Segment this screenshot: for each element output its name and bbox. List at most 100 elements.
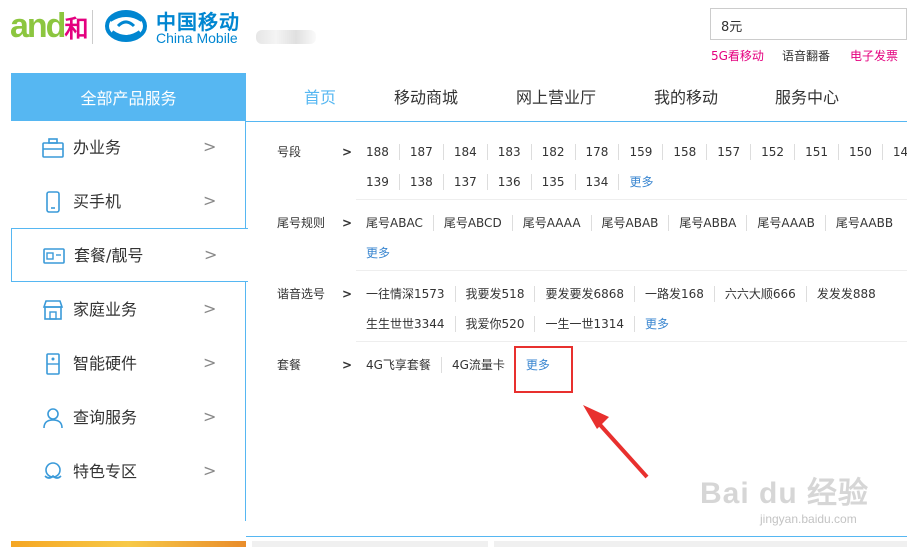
sidebar-item-label: 智能硬件 — [73, 354, 138, 373]
chevron-right-icon: > — [203, 461, 217, 480]
china-mobile-logo-icon[interactable] — [104, 6, 148, 46]
logo-divider — [92, 10, 93, 44]
quick-link-voice[interactable]: 语音翻番 — [782, 48, 830, 64]
store-icon — [42, 300, 64, 320]
number-segment-list-2: 139 138 137 136 135 134 更多 — [356, 174, 663, 190]
quick-link-5g[interactable]: 5G看移动 — [711, 48, 764, 64]
sidebar: 办业务 > 买手机 > 套餐/靓号 > 家庭业务 > 智能硬件 > 查询服务 >… — [11, 121, 248, 521]
row-label-tail-rule: 尾号规则 — [277, 216, 326, 230]
option-link[interactable]: 134 — [576, 174, 620, 190]
row-arrow: > — [342, 145, 353, 159]
option-link[interactable]: 尾号AABB — [826, 215, 903, 231]
brand-en: China Mobile — [156, 30, 238, 46]
quick-link-invoice[interactable]: 电子发票 — [850, 48, 898, 64]
chevron-right-icon: > — [203, 353, 217, 372]
mustache-icon — [44, 462, 62, 479]
option-link[interactable]: 发发发888 — [807, 286, 886, 302]
nav-home[interactable]: 首页 — [304, 88, 336, 108]
nav-service-center[interactable]: 服务中心 — [775, 88, 839, 108]
chevron-right-icon: > — [203, 137, 217, 156]
row-divider — [356, 199, 907, 200]
content-border-bottom — [246, 536, 907, 537]
option-link[interactable]: 188 — [356, 144, 400, 160]
option-link[interactable]: 尾号ABBA — [669, 215, 748, 231]
option-link[interactable]: 尾号AAAA — [513, 215, 592, 231]
option-link[interactable]: 4G飞享套餐 — [356, 357, 442, 373]
option-link[interactable]: 184 — [444, 144, 488, 160]
option-link[interactable]: 137 — [444, 174, 488, 190]
nav-online-hall[interactable]: 网上营业厅 — [516, 88, 596, 108]
sidebar-item-label: 家庭业务 — [73, 300, 138, 319]
device-icon — [46, 353, 60, 375]
option-link[interactable]: 我要发518 — [456, 286, 536, 302]
row-divider — [356, 270, 907, 271]
option-link[interactable]: 135 — [532, 174, 576, 190]
tail-rule-list-1: 尾号ABAC 尾号ABCD 尾号AAAA 尾号ABAB 尾号ABBA 尾号AAAB 尾号AA… — [356, 215, 903, 231]
banner-strip[interactable] — [494, 541, 907, 547]
sidebar-item-buy-phone[interactable]: 买手机 > — [11, 175, 246, 229]
sidebar-item-hardware[interactable]: 智能硬件 > — [11, 337, 246, 391]
page: and和 中国移动 China Mobile 8元 5G看移动 语音翻番 电子发… — [0, 0, 907, 547]
option-link[interactable]: 我爱你520 — [456, 316, 536, 332]
option-link[interactable]: 157 — [707, 144, 752, 160]
search-input[interactable]: 8元 — [710, 8, 907, 40]
sidebar-item-business[interactable]: 办业务 > — [11, 121, 246, 175]
sidebar-item-featured[interactable]: 特色专区 > — [11, 445, 246, 499]
briefcase-icon — [42, 138, 64, 158]
sidebar-item-label: 办业务 — [73, 138, 122, 157]
option-link[interactable]: 187 — [400, 144, 444, 160]
option-link[interactable]: 一生一世1314 — [535, 316, 635, 332]
option-link[interactable]: 六六大顺666 — [715, 286, 807, 302]
option-link[interactable]: 生生世世3344 — [356, 316, 456, 332]
and-he-logo[interactable]: and和 — [10, 6, 88, 50]
sidebar-item-label: 查询服务 — [73, 408, 138, 427]
homophone-list-1: 一往情深1573 我要发518 要发要发6868 一路发168 六六大顺666 发发发88… — [356, 286, 886, 302]
banner-strip[interactable] — [11, 541, 246, 547]
sidebar-item-plans[interactable]: 套餐/靓号 > — [11, 228, 248, 282]
chevron-right-icon: > — [204, 245, 218, 264]
option-link[interactable]: 147 — [883, 144, 907, 160]
more-link[interactable]: 更多 — [635, 316, 679, 332]
sidebar-item-label: 套餐/靓号 — [74, 246, 144, 265]
nav-mall[interactable]: 移动商城 — [394, 88, 458, 108]
row-arrow: > — [342, 287, 353, 301]
baidu-watermark-url: jingyan.baidu.com — [760, 512, 857, 526]
option-link[interactable]: 4G流量卡 — [442, 357, 516, 373]
sidebar-item-label: 特色专区 — [73, 462, 138, 481]
nav-my-mobile[interactable]: 我的移动 — [654, 88, 718, 108]
homophone-list-2: 生生世世3344 我爱你520 一生一世1314 更多 — [356, 316, 679, 332]
annotation-arrow-icon — [583, 405, 649, 479]
row-arrow: > — [342, 216, 353, 230]
option-link[interactable]: 183 — [488, 144, 532, 160]
sidebar-item-family[interactable]: 家庭业务 > — [11, 283, 246, 337]
option-link[interactable]: 要发要发6868 — [535, 286, 635, 302]
option-link[interactable]: 138 — [400, 174, 444, 190]
row-label-plans: 套餐 — [277, 358, 302, 372]
more-link[interactable]: 更多 — [356, 245, 400, 261]
chevron-right-icon: > — [203, 191, 217, 210]
option-link[interactable]: 158 — [663, 144, 708, 160]
option-link[interactable]: 尾号ABAB — [592, 215, 670, 231]
option-link[interactable]: 152 — [751, 144, 796, 160]
option-link[interactable]: 一往情深1573 — [356, 286, 456, 302]
option-link[interactable]: 一路发168 — [635, 286, 715, 302]
option-link[interactable]: 尾号ABAC — [356, 215, 434, 231]
option-link[interactable]: 150 — [839, 144, 883, 160]
all-products-header[interactable]: 全部产品服务 — [11, 73, 246, 121]
option-link[interactable]: 151 — [795, 144, 839, 160]
more-link[interactable]: 更多 — [619, 174, 663, 190]
option-link[interactable]: 136 — [488, 174, 532, 190]
option-link[interactable]: 尾号ABCD — [434, 215, 513, 231]
option-link[interactable]: 159 — [619, 144, 664, 160]
option-link[interactable]: 178 — [576, 144, 620, 160]
row-arrow: > — [342, 358, 353, 372]
logo-and-text: and — [10, 7, 66, 45]
sidebar-item-query[interactable]: 查询服务 > — [11, 391, 246, 445]
option-link[interactable]: 139 — [356, 174, 400, 190]
banner-strip[interactable] — [252, 541, 488, 547]
row-divider — [356, 341, 907, 342]
option-link[interactable]: 尾号AAAB — [747, 215, 826, 231]
tail-rule-list-2: 更多 — [356, 245, 400, 261]
option-link[interactable]: 182 — [532, 144, 576, 160]
baidu-watermark: Bai du 经验 — [700, 477, 870, 510]
